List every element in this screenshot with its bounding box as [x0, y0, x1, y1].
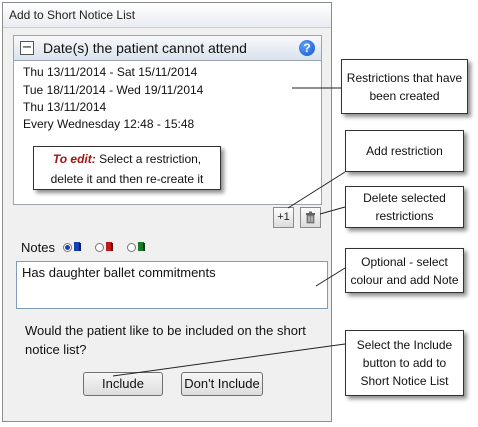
callout-include-help: Select the Include button to add to Shor… — [345, 330, 464, 396]
callout-optional-note: Optional - select colour and add Note — [345, 248, 464, 293]
callout-delete-restrictions: Delete selected restrictions — [345, 186, 464, 228]
callout-add-restriction: Add restriction — [345, 130, 464, 172]
callout-restrictions-created: Restrictions that have been created — [341, 59, 468, 114]
